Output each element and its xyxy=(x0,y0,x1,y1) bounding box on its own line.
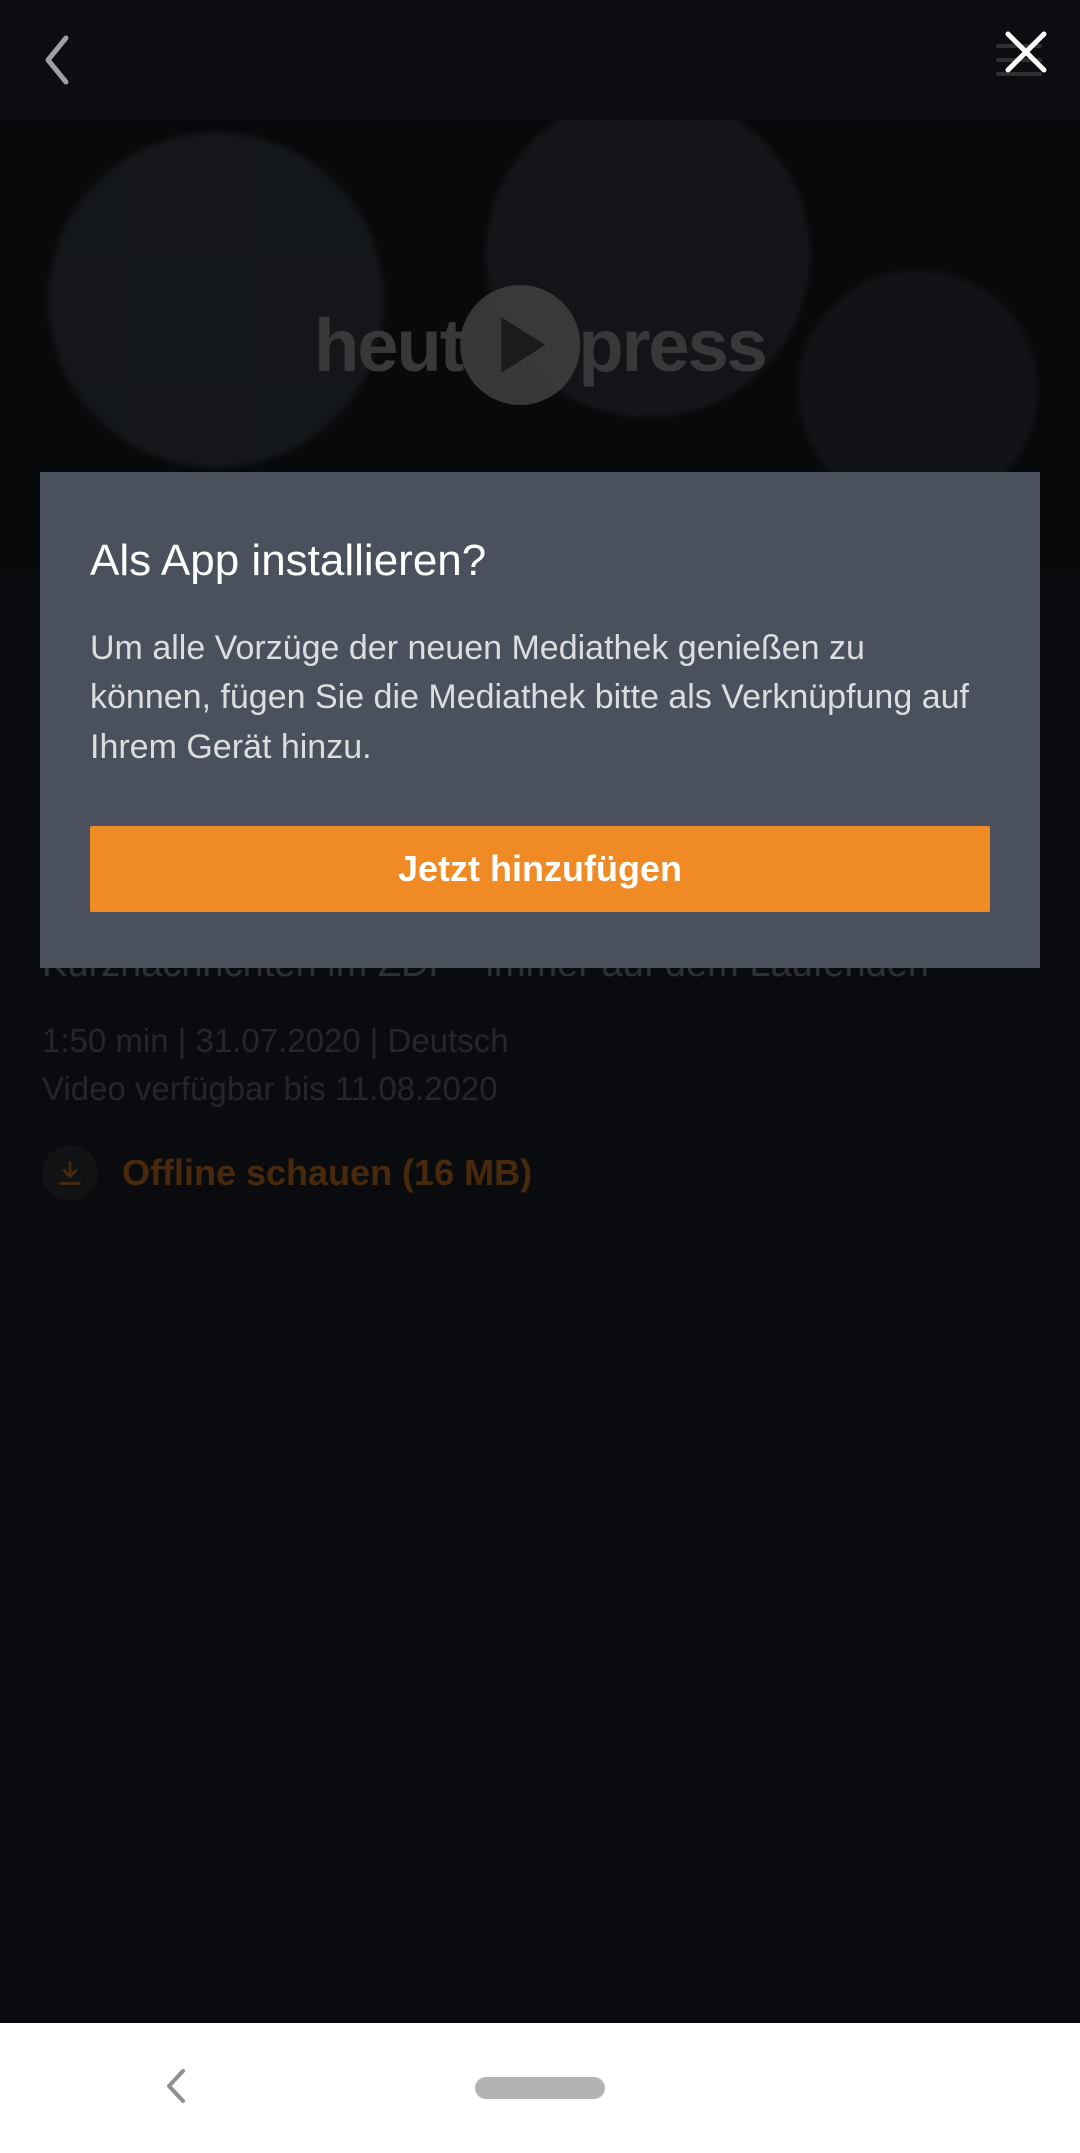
modal-overlay: Als App installieren? Um alle Vorzüge de… xyxy=(0,0,1080,2023)
android-home-pill[interactable] xyxy=(475,2077,605,2099)
android-nav-bar xyxy=(0,2023,1080,2153)
android-back-button[interactable] xyxy=(165,2068,187,2109)
modal-scrim[interactable] xyxy=(0,0,1080,2023)
close-button[interactable] xyxy=(1002,28,1050,81)
add-now-button[interactable]: Jetzt hinzufügen xyxy=(90,826,990,912)
install-app-modal: Als App installieren? Um alle Vorzüge de… xyxy=(40,472,1040,968)
back-button[interactable] xyxy=(42,34,72,91)
modal-title: Als App installieren? xyxy=(90,536,990,586)
modal-body: Um alle Vorzüge der neuen Mediathek geni… xyxy=(90,624,990,772)
